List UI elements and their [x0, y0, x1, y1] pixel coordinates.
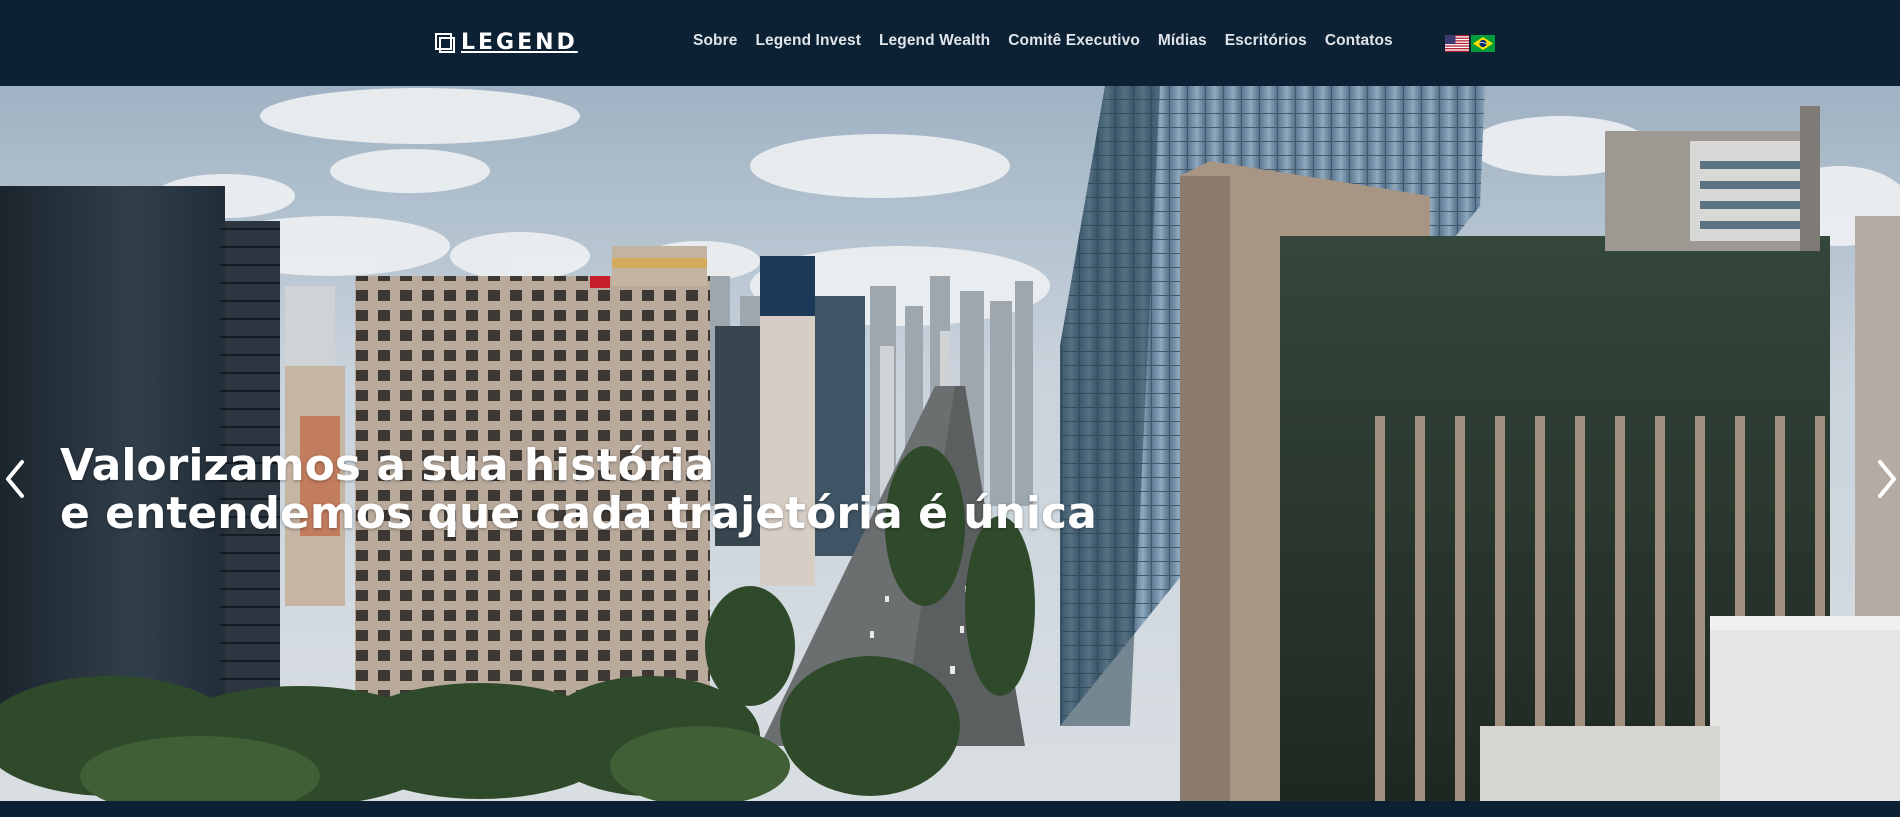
nav-link-midias[interactable]: Mídias: [1158, 32, 1207, 49]
hero-slider: Valorizamos a sua história e entendemos …: [0, 86, 1900, 801]
brand-logo[interactable]: LEGEND: [435, 30, 578, 56]
nav-link-legend-invest[interactable]: Legend Invest: [755, 32, 861, 49]
nav-link-contatos[interactable]: Contatos: [1325, 32, 1393, 49]
chevron-left-icon: [6, 460, 24, 498]
brazil-flag-icon[interactable]: [1471, 35, 1495, 52]
bottom-bar: [0, 801, 1900, 817]
nav-item-legend-wealth: Legend Wealth: [879, 32, 990, 50]
brand-name: LEGEND: [461, 30, 578, 55]
legend-logo-icon: [435, 33, 455, 53]
slider-next-button[interactable]: [1872, 454, 1900, 504]
main-nav: Sobre Legend Invest Legend Wealth Comitê…: [693, 32, 1393, 50]
nav-item-contatos: Contatos: [1325, 32, 1393, 50]
hero-heading-line-1: Valorizamos a sua história: [60, 440, 715, 491]
chevron-right-icon: [1878, 460, 1896, 498]
nav-link-comite-executivo[interactable]: Comitê Executivo: [1008, 32, 1140, 49]
nav-link-sobre[interactable]: Sobre: [693, 32, 737, 49]
language-switcher: [1445, 35, 1495, 52]
nav-item-escritorios: Escritórios: [1225, 32, 1307, 50]
nav-item-comite-executivo: Comitê Executivo: [1008, 32, 1140, 50]
nav-item-legend-invest: Legend Invest: [755, 32, 861, 50]
nav-item-midias: Mídias: [1158, 32, 1207, 50]
nav-link-escritorios[interactable]: Escritórios: [1225, 32, 1307, 49]
site-header: LEGEND Sobre Legend Invest Legend Wealth…: [0, 0, 1900, 86]
nav-link-legend-wealth[interactable]: Legend Wealth: [879, 32, 990, 49]
slider-prev-button[interactable]: [0, 454, 30, 504]
hero-heading-line-2: e entendemos que cada trajetória é única: [60, 488, 1097, 539]
nav-item-sobre: Sobre: [693, 32, 737, 50]
us-flag-icon[interactable]: [1445, 35, 1469, 52]
hero-heading: Valorizamos a sua história e entendemos …: [60, 442, 1097, 538]
